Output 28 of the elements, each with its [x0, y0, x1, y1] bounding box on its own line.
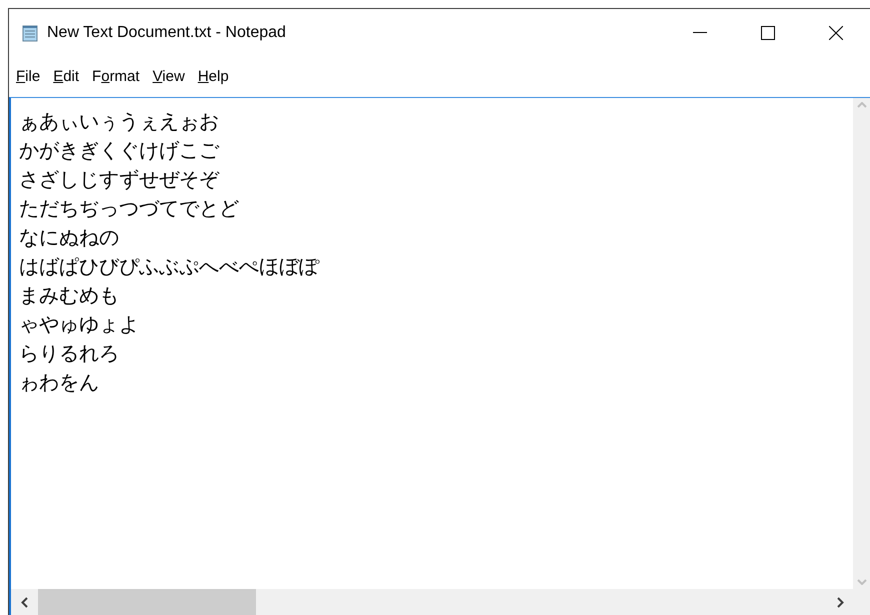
menu-item[interactable]: File: [11, 66, 46, 88]
text-line: ゃやゅゆょよ: [19, 313, 139, 338]
scroll-down-icon: [856, 579, 866, 585]
menu-item[interactable]: View: [148, 66, 190, 88]
vertical-scrollbar[interactable]: [853, 98, 870, 589]
minimize-icon: [693, 32, 707, 34]
menu-item[interactable]: Format: [87, 66, 145, 88]
text-line: ゎわをん: [19, 371, 99, 396]
text-line: らりるれろ: [19, 342, 119, 367]
text-line: ぁあぃいぅうぇえぉお: [19, 110, 219, 135]
text-line: ただちぢっつづてでとど: [19, 197, 239, 222]
text-line: なにぬねの: [19, 226, 119, 251]
scrollbar-thumb[interactable]: [38, 589, 256, 615]
text-line: はばぱひびぴふぶぷへべぺほぼぽ: [19, 255, 319, 280]
scroll-right-icon: [837, 596, 844, 608]
text-line: さざしじすずせぜそぞ: [19, 168, 219, 193]
maximize-icon: [761, 26, 775, 40]
window-title: New Text Document.txt - Notepad: [47, 23, 286, 43]
scroll-left-icon: [21, 596, 28, 608]
text-editor[interactable]: ぁあぃいぅうぇえぉお かがきぎくぐけげこご さざしじすずせぜそぞ ただちぢっつづてでとど なにぬねの はばぱひびぴふぶぷへべぺほぼぽ まみむめも ゃやゅゆょよ らりるれろ ゎわをん: [9, 97, 870, 615]
menu-item[interactable]: Help: [192, 66, 234, 88]
text-line: まみむめも: [19, 284, 119, 309]
text-line: かがきぎくぐけげこご: [19, 139, 219, 164]
menu-item[interactable]: Edit: [48, 66, 84, 88]
close-icon: [829, 26, 843, 40]
horizontal-scrollbar[interactable]: [11, 589, 870, 615]
notepad-icon: [21, 24, 39, 42]
scroll-up-icon: [856, 102, 866, 108]
